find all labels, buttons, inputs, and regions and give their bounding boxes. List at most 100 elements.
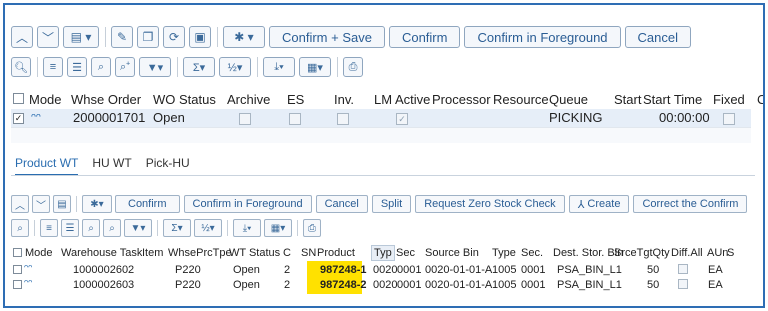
col-archive[interactable]: Archive [227,92,270,107]
align-center-icon[interactable]: ≡ [40,219,58,237]
col-wo-status[interactable]: WO Status [153,92,216,107]
correct-confirm-button[interactable]: Correct the Confirm [633,195,748,213]
col-dest-stor-bin[interactable]: Dest. Stor. Bin [553,247,623,259]
confirm-foreground-button[interactable]: Confirm in Foreground [464,26,621,48]
split-button[interactable]: Split [371,195,412,213]
find-icon[interactable]: ⌕ [91,57,111,77]
table-row[interactable]: ✓ ᵔᵔ 2000001701 Open ✓ PICKING 00:00:00 [11,109,751,127]
typ-value: 0020 [373,279,398,291]
subtotal-icon[interactable]: ½▾ [194,219,222,237]
tab-pick-hu[interactable]: Pick-HU [146,156,190,176]
col-lm-active[interactable]: LM Active [374,92,430,107]
align-center-icon[interactable]: ≡ [43,57,63,77]
glasses-icon[interactable]: ᵔᵔ [24,263,32,275]
collapse-down-button[interactable]: ﹀ [37,26,59,48]
col-mode[interactable]: Mode [29,92,62,107]
col-fixed[interactable]: Fixed [713,92,745,107]
layout-icon[interactable]: ▤ [53,195,71,213]
col-sn[interactable]: SN [301,247,316,259]
view-icon[interactable]: ▦▾ [299,57,331,77]
zoom-icon[interactable]: 🔍︎ [11,57,31,77]
tab-product-wt[interactable]: Product WT [15,156,79,176]
col-sec2[interactable]: Sec. [521,247,543,259]
col-start[interactable]: Start [614,92,641,107]
col-whseprctpe[interactable]: WhsePrcTpe [168,247,232,259]
sec-value: 0001 [397,264,422,276]
view-icon[interactable]: ▦▾ [264,219,292,237]
col-c[interactable]: C [283,247,291,259]
save-icon[interactable]: ▣ [189,26,211,48]
filter-icon[interactable]: ▼▾ [139,57,171,77]
export-icon[interactable]: ⤓▾ [263,57,295,77]
type-value: 1005 [492,264,517,276]
glasses-icon[interactable]: ᵔᵔ [31,110,41,125]
col-processor[interactable]: Processor [432,92,491,107]
sec-value: 0001 [397,279,422,291]
export-icon[interactable]: ⤓▾ [233,219,261,237]
whseprctpe-value: P220 [175,279,201,291]
print-icon[interactable]: ⎙ [303,219,321,237]
glasses-icon[interactable]: ᵔᵔ [24,278,32,290]
expand-up-button[interactable]: ︿ [11,195,29,213]
copy-icon[interactable]: ❐ [137,26,159,48]
sum-icon[interactable]: Σ▾ [183,57,215,77]
table-row[interactable]: ᵔᵔ 1000002603 P220 Open 2 987248-2 0020 … [11,277,755,294]
cancel-button[interactable]: Cancel [315,195,368,213]
confirm-save-button[interactable]: Confirm + Save [269,26,385,48]
pencil-icon[interactable]: ✎ [111,26,133,48]
col-inv[interactable]: Inv. [334,92,354,107]
sec2-value: 0001 [521,264,546,276]
dest-bin-value: PSA_BIN_L1 [557,264,622,276]
create-button[interactable]: ⅄ Create [568,195,630,213]
find-next-icon[interactable]: ⌕⁺ [115,57,135,77]
tools-menu-button[interactable]: ✱▾ [82,195,112,213]
col-start-time[interactable]: Start Time [643,92,702,107]
col-product[interactable]: Product [317,247,355,259]
col-item[interactable]: Item [142,247,163,259]
create-icon: ⅄ [577,198,585,211]
sum-icon[interactable]: Σ▾ [163,219,191,237]
col-whse-order[interactable]: Whse Order [71,92,141,107]
confirm-button[interactable]: Confirm [115,195,180,213]
align-justify-icon[interactable]: ☰ [67,57,87,77]
refresh-icon[interactable]: ⟳ [163,26,185,48]
zero-stock-check-button[interactable]: Request Zero Stock Check [415,195,565,213]
source-bin-value: 0020-01-01-A [425,264,493,276]
find-icon[interactable]: ⌕ [82,219,100,237]
expand-up-button[interactable]: ︿ [11,26,33,48]
col-srcetgtqty[interactable]: SrceTgtQty [614,247,670,259]
start-time-value: 00:00:00 [659,110,710,125]
col-s[interactable]: S [727,247,734,259]
col-typ[interactable]: Typ [371,245,395,261]
tab-hu-wt[interactable]: HU WT [92,156,131,176]
col-diff-all[interactable]: Diff.All [671,247,703,259]
col-es[interactable]: ES [287,92,304,107]
confirm-foreground-button[interactable]: Confirm in Foreground [183,195,312,213]
collapse-down-button[interactable]: ﹀ [32,195,50,213]
align-justify-icon[interactable]: ☰ [61,219,79,237]
subtotal-icon[interactable]: ½▾ [219,57,251,77]
tools-menu-button[interactable]: ✱ ▾ [223,26,265,48]
confirm-button[interactable]: Confirm [388,26,461,48]
col-type[interactable]: Type [492,247,516,259]
filter-icon[interactable]: ▼▾ [124,219,152,237]
zoom-icon[interactable]: ⌕ [11,219,29,237]
table-row[interactable]: ᵔᵔ 1000002602 P220 Open 2 987248-1 0020 … [11,261,755,278]
col-queue[interactable]: Queue [549,92,588,107]
aun-value: EA [708,264,723,276]
cancel-button[interactable]: Cancel [624,26,691,48]
dest-bin-value: PSA_BIN_L1 [557,279,622,291]
product-value: 987248-2 [320,279,367,291]
col-sec[interactable]: Sec [396,247,415,259]
col-resource[interactable]: Resource [493,92,549,107]
col-aun[interactable]: AUn [707,247,728,259]
find-next-icon[interactable]: ⌕ [103,219,121,237]
col-wt-status[interactable]: WT Status [229,247,280,259]
empty-row [11,127,751,143]
col-source-bin[interactable]: Source Bin [425,247,479,259]
col-mode[interactable]: Mode [25,247,53,259]
layout-menu-button[interactable]: ▤ ▾ [63,26,99,48]
col-c[interactable]: C [757,92,763,107]
print-icon[interactable]: ⎙ [343,57,363,77]
col-warehouse-task[interactable]: Warehouse Task [61,247,142,259]
